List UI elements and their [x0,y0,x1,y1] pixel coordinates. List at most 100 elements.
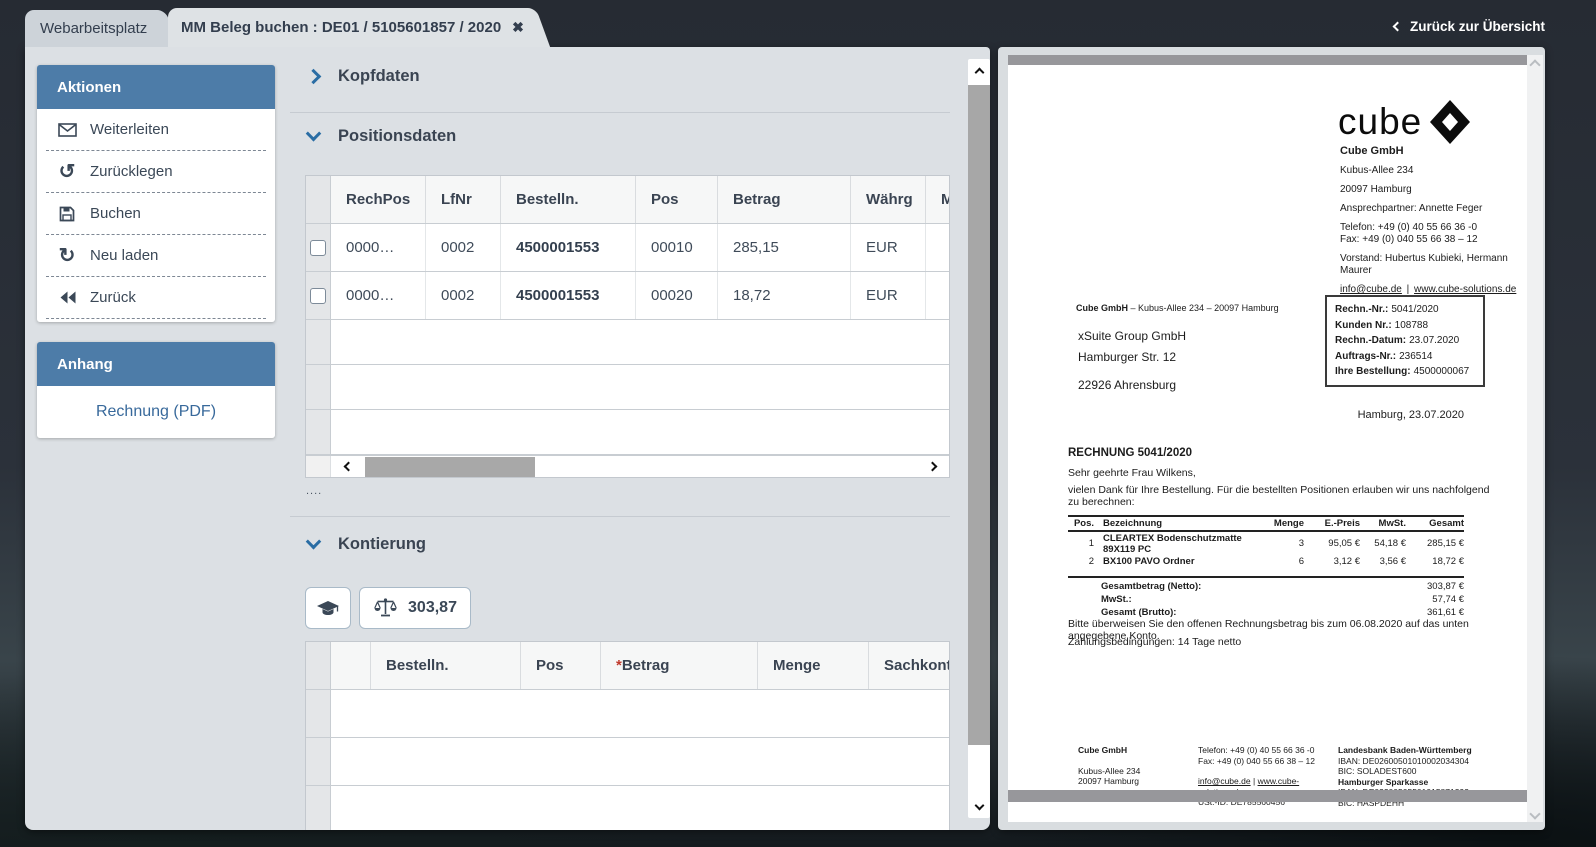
save-icon [57,206,77,222]
scroll-up-arrow[interactable] [968,59,990,85]
pdf-viewer-panel: cube Cube GmbH Kubus-Allee 234 20097 Ham… [998,47,1545,830]
tab-mm-beleg-buchen[interactable]: MM Beleg buchen : DE01 / 5105601857 / 20… [168,8,532,47]
attachments-card-title: Anhang [37,342,275,386]
action-neu-laden[interactable]: ↻ Neu laden [46,235,266,277]
undo-icon: ↺ [57,165,77,179]
footer-company-col: Cube GmbH Kubus-Allee 234 20097 Hamburg [1078,745,1188,787]
website-link[interactable]: www.cube-solutions.de [1414,284,1516,295]
row-header-cell [306,642,331,689]
empty-row [306,738,949,786]
derive-account-button[interactable] [305,587,351,629]
invoice-item-row: 1 CLEARTEX Bodenschutzmatte 89X119 PC 3 … [1068,531,1464,555]
col-pos: Pos [636,176,718,223]
col-rechpos: RechPos [331,176,426,223]
section-title: Positionsdaten [338,127,456,146]
invoice-title: RECHNUNG 5041/2020 [1068,447,1192,459]
form-content: Kopfdaten Positionsdaten RechPos LfNr Be… [290,47,950,830]
action-label: Buchen [90,205,141,222]
cell-lfnr: 0002 [426,272,501,319]
scroll-down-arrow[interactable] [968,792,990,818]
chevron-down-icon [306,534,322,550]
invoice-info-box: Rechn.-Nr.:5041/2020 Kunden Nr.:108788 R… [1325,295,1485,387]
cell-rechpos: 0000… [331,224,426,271]
company-board: Vorstand: Hubertus Kubieki, Hermann Maur… [1340,253,1527,277]
cell-lfnr: 0002 [426,224,501,271]
col-bestelln: Bestelln. [371,642,521,689]
col-bestelln: Bestelln. [501,176,636,223]
divider [290,112,950,113]
tab-close-icon[interactable]: ✖ [512,19,524,36]
col-lfnr: LfNr [426,176,501,223]
table-row[interactable]: 0000… 0002 4500001553 00020 18,72 EUR [306,272,949,320]
pdf-scroll-up-arrow[interactable] [1529,59,1540,70]
divider [290,516,950,517]
attachment-rechnung-pdf-link[interactable]: Rechnung (PDF) [96,403,216,421]
pdf-scroll-down-arrow[interactable] [1529,808,1540,819]
cell-bestelln: 4500001553 [501,272,636,319]
section-title: Kontierung [338,535,426,554]
section-positionsdaten[interactable]: Positionsdaten [308,127,456,146]
section-kopfdaten[interactable]: Kopfdaten [308,67,420,86]
cell-clipped [926,272,949,319]
kontierung-table: Bestelln. Pos *Betrag Menge Sachkonto [305,641,950,830]
action-label: Weiterleiten [90,121,169,138]
pdf-scrollbar [1527,55,1543,822]
company-city: 20097 Hamburg [1340,184,1527,196]
attachments-card: Anhang Rechnung (PDF) [37,342,275,438]
scroll-left-arrow[interactable] [331,463,365,470]
company-name: Cube GmbH [1340,145,1527,157]
empty-row [306,410,949,455]
scroll-right-arrow[interactable] [915,463,949,470]
cell-rechpos: 0000… [331,272,426,319]
table-row[interactable]: 0000… 0002 4500001553 00010 285,15 EUR [306,224,949,272]
cell-waehrg: EUR [851,272,926,319]
section-kontierung[interactable]: Kontierung [308,535,426,554]
cell-betrag: 18,72 [718,272,851,319]
invoice-item-row: 2 BX100 PAVO Ordner 6 3,12 € 3,56 € 18,7… [1068,555,1464,567]
cell-betrag: 285,15 [718,224,851,271]
refresh-icon: ↻ [57,249,77,263]
envelope-icon [57,123,77,137]
application-window: Webarbeitsplatz MM Beleg buchen : DE01 /… [0,0,1596,847]
table-resize-handle[interactable]: .... [306,485,322,497]
cell-waehrg: EUR [851,224,926,271]
rewind-icon [57,291,77,304]
cell-bestelln: 4500001553 [501,224,636,271]
scrollbar-thumb[interactable] [365,457,535,477]
invoice-page: cube Cube GmbH Kubus-Allee 234 20097 Ham… [1008,55,1527,822]
email-link[interactable]: info@cube.de [1340,284,1402,295]
payment-terms: Zahlungsbedingungen: 14 Tage netto [1068,636,1241,648]
col-betrag: Betrag [718,176,851,223]
company-block: Cube GmbH Kubus-Allee 234 20097 Hamburg … [1340,145,1527,303]
action-zurueck[interactable]: Zurück [46,277,266,319]
col-menge: Menge [758,642,869,689]
company-fax: Fax: +49 (0) 040 55 66 38 – 12 [1340,234,1527,246]
balance-scale-icon [373,598,398,618]
recipient-city: 22926 Ahrensburg [1078,378,1186,392]
footer-email-link[interactable]: info@cube.de [1198,776,1251,786]
col-waehrg: Währg [851,176,926,223]
empty-row [306,786,949,830]
empty-row [306,320,949,365]
cell-pos: 00010 [636,224,718,271]
col-sachkonto: Sachkonto [869,642,949,689]
scrollbar-thumb[interactable] [968,85,990,745]
actions-card-title: Aktionen [37,65,275,109]
row-checkbox[interactable] [310,240,326,256]
action-buchen[interactable]: Buchen [46,193,266,235]
col-clipped: M [926,176,949,223]
action-label: Zurück [90,289,136,306]
invoice-items-table: Pos. Bezeichnung Menge E.-Preis MwSt. Ge… [1068,515,1464,567]
back-to-overview-link[interactable]: Zurück zur Übersicht [1394,19,1545,34]
back-label: Zurück zur Übersicht [1410,19,1545,34]
action-zuruecklegen[interactable]: ↺ Zurücklegen [46,151,266,193]
page-gap [1008,790,1527,802]
action-weiterleiten[interactable]: Weiterleiten [46,109,266,151]
row-checkbox[interactable] [310,288,326,304]
balance-check-button[interactable]: 303,87 [359,587,471,629]
company-street: Kubus-Allee 234 [1340,165,1527,177]
table-header-row: RechPos LfNr Bestelln. Pos Betrag Währg … [306,176,949,224]
tab-webarbeitsplatz[interactable]: Webarbeitsplatz [25,10,161,47]
action-label: Neu laden [90,247,158,264]
page-gap [1008,55,1527,65]
